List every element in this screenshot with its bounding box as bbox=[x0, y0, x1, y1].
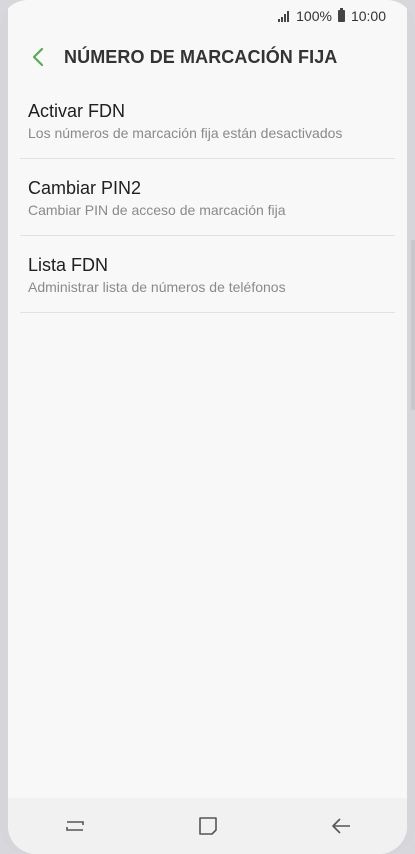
status-bar: 100% 10:00 bbox=[8, 0, 407, 32]
signal-icon bbox=[278, 10, 290, 22]
side-key bbox=[411, 240, 415, 410]
nav-back-button[interactable] bbox=[311, 802, 371, 850]
setting-subtitle: Administrar lista de números de teléfono… bbox=[28, 279, 286, 295]
settings-list: Activar FDN Los números de marcación fij… bbox=[20, 82, 395, 313]
back-icon bbox=[331, 818, 350, 834]
app-header: NÚMERO DE MARCACIÓN FIJA bbox=[8, 32, 407, 82]
setting-cambiar-pin2[interactable]: Cambiar PIN2 Cambiar PIN de acceso de ma… bbox=[20, 159, 395, 236]
navigation-bar bbox=[8, 798, 407, 854]
setting-subtitle: Los números de marcación fija están desa… bbox=[28, 125, 343, 141]
recent-apps-button[interactable] bbox=[45, 802, 105, 850]
setting-title: Cambiar PIN2 bbox=[28, 178, 142, 198]
screen: 100% 10:00 NÚMERO DE MARCACIÓN FIJA Acti… bbox=[8, 0, 407, 854]
battery-percent: 100% bbox=[296, 8, 332, 24]
chevron-left-icon bbox=[32, 47, 44, 67]
setting-lista-fdn[interactable]: Lista FDN Administrar lista de números d… bbox=[20, 236, 395, 313]
setting-subtitle: Cambiar PIN de acceso de marcación fija bbox=[28, 202, 286, 218]
back-button[interactable] bbox=[14, 33, 62, 81]
recent-apps-icon bbox=[65, 821, 84, 831]
page-title: NÚMERO DE MARCACIÓN FIJA bbox=[64, 46, 338, 67]
setting-title: Lista FDN bbox=[28, 255, 109, 275]
home-icon bbox=[198, 817, 217, 835]
setting-activar-fdn[interactable]: Activar FDN Los números de marcación fij… bbox=[20, 82, 395, 159]
setting-title: Activar FDN bbox=[28, 101, 126, 121]
battery-icon bbox=[337, 8, 345, 22]
device-frame: 100% 10:00 NÚMERO DE MARCACIÓN FIJA Acti… bbox=[0, 0, 415, 854]
home-button[interactable] bbox=[178, 802, 238, 850]
clock: 10:00 bbox=[350, 8, 386, 24]
